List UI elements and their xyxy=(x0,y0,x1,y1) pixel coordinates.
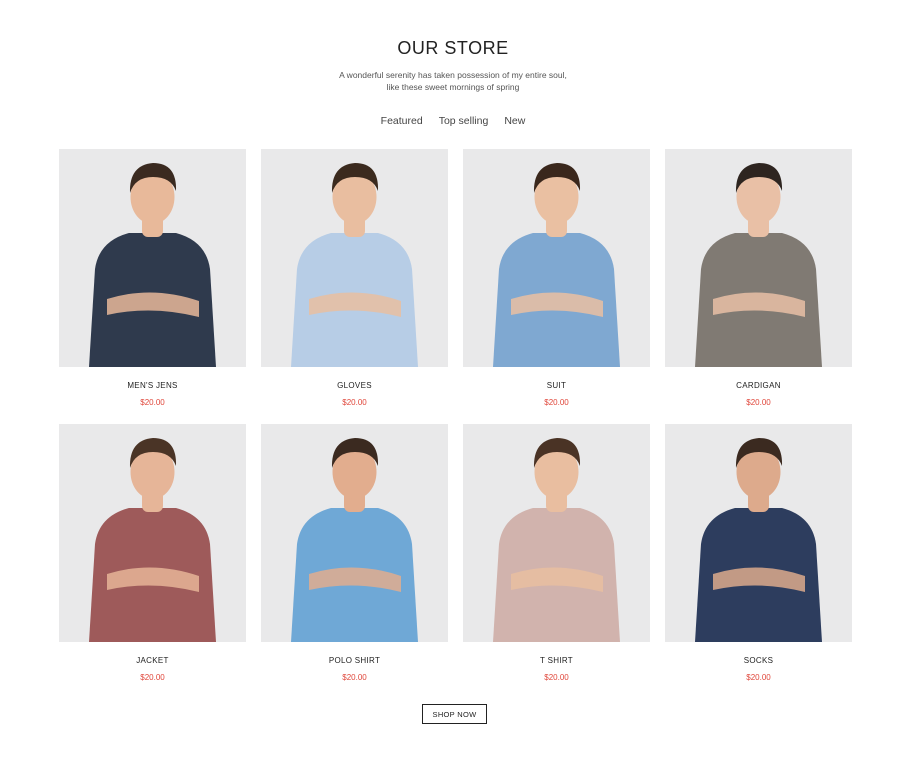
shop-now-button[interactable]: SHOP NOW xyxy=(422,704,487,724)
product-name[interactable]: JACKET xyxy=(59,656,246,665)
product-card[interactable]: GLOVES $20.00 xyxy=(261,149,448,414)
product-name[interactable]: POLO SHIRT xyxy=(261,656,448,665)
tab-top-selling[interactable]: Top selling xyxy=(439,115,489,127)
product-price: $20.00 xyxy=(544,398,569,407)
product-price: $20.00 xyxy=(140,398,165,407)
product-card[interactable]: MEN'S JENS $20.00 xyxy=(59,149,246,414)
product-name[interactable]: MEN'S JENS xyxy=(59,381,246,390)
product-name[interactable]: SUIT xyxy=(463,381,650,390)
product-price: $20.00 xyxy=(746,673,771,682)
product-price: $20.00 xyxy=(544,673,569,682)
product-price: $20.00 xyxy=(342,398,367,407)
product-name[interactable]: CARDIGAN xyxy=(665,381,852,390)
product-name[interactable]: GLOVES xyxy=(261,381,448,390)
product-price: $20.00 xyxy=(746,398,771,407)
store-subtitle: A wonderful serenity has taken possessio… xyxy=(0,69,906,93)
tab-new[interactable]: New xyxy=(504,115,525,127)
filter-tabs: Featured Top selling New xyxy=(0,115,906,127)
product-image[interactable] xyxy=(59,149,246,367)
product-price: $20.00 xyxy=(342,673,367,682)
product-card[interactable]: CARDIGAN $20.00 xyxy=(665,149,852,414)
product-price: $20.00 xyxy=(140,673,165,682)
product-card[interactable]: POLO SHIRT $20.00 xyxy=(261,424,448,689)
product-image[interactable] xyxy=(261,149,448,367)
store-title: OUR STORE xyxy=(397,38,509,58)
subtitle-line-2: like these sweet mornings of spring xyxy=(386,82,520,92)
product-card[interactable]: JACKET $20.00 xyxy=(59,424,246,689)
product-image[interactable] xyxy=(463,149,650,367)
product-image[interactable] xyxy=(261,424,448,642)
product-card[interactable]: SUIT $20.00 xyxy=(463,149,650,414)
product-image[interactable] xyxy=(463,424,650,642)
product-card[interactable]: T SHIRT $20.00 xyxy=(463,424,650,689)
product-card[interactable]: SOCKS $20.00 xyxy=(665,424,852,689)
product-image[interactable] xyxy=(665,149,852,367)
subtitle-line-1: A wonderful serenity has taken possessio… xyxy=(339,70,567,80)
product-image[interactable] xyxy=(665,424,852,642)
product-image[interactable] xyxy=(59,424,246,642)
product-name[interactable]: SOCKS xyxy=(665,656,852,665)
product-name[interactable]: T SHIRT xyxy=(463,656,650,665)
tab-featured[interactable]: Featured xyxy=(381,115,423,127)
